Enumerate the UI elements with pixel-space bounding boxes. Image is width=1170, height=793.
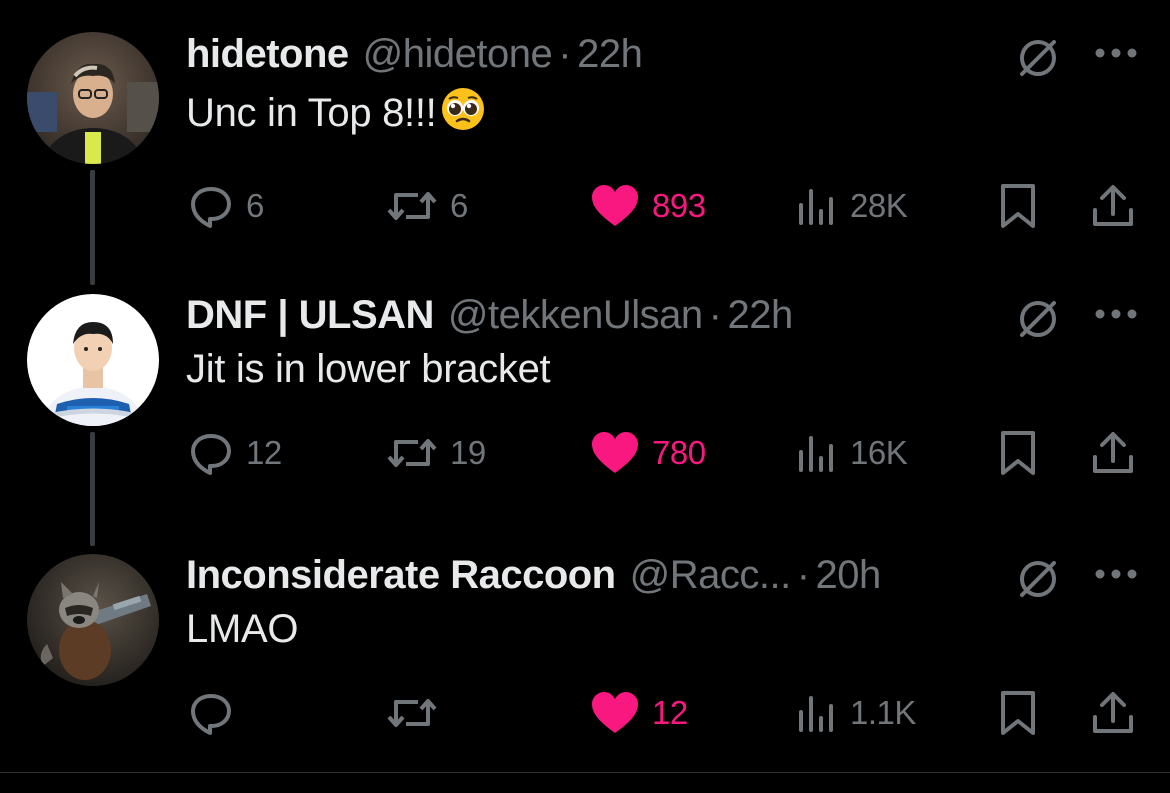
separator-dot: · bbox=[796, 552, 810, 597]
share-icon bbox=[1090, 689, 1136, 737]
tweet-text: Unc in Top 8!!! bbox=[186, 86, 486, 142]
bookmark-button[interactable] bbox=[998, 425, 1038, 481]
tweet-actions: 12 19 780 16K bbox=[0, 425, 1170, 481]
tweet[interactable]: hidetone @hidetone · 22h Unc in Top 8!!!… bbox=[0, 28, 1170, 258]
tweet-header: DNF | ULSAN @tekkenUlsan · 22h bbox=[186, 289, 793, 341]
display-name[interactable]: DNF | ULSAN bbox=[186, 293, 434, 338]
display-name[interactable]: hidetone bbox=[186, 32, 349, 77]
views-count: 16K bbox=[850, 434, 908, 471]
tweet-text-content: Unc in Top 8!!! bbox=[186, 91, 437, 135]
like-button[interactable]: 780 bbox=[590, 425, 706, 481]
like-icon bbox=[590, 183, 640, 229]
grok-icon[interactable] bbox=[1016, 297, 1060, 346]
reply-button[interactable]: 6 bbox=[188, 178, 264, 234]
tweet[interactable]: DNF | ULSAN @tekkenUlsan · 22h Jit is in… bbox=[0, 289, 1170, 519]
like-count: 780 bbox=[652, 434, 706, 471]
views-icon bbox=[796, 690, 838, 736]
views-icon bbox=[796, 183, 838, 229]
avatar-image bbox=[27, 32, 159, 164]
like-count: 893 bbox=[652, 187, 706, 224]
tweet-text-content: LMAO bbox=[186, 607, 299, 651]
retweet-button[interactable]: 19 bbox=[386, 425, 486, 481]
user-handle[interactable]: @Racc... bbox=[630, 553, 792, 598]
like-icon bbox=[590, 690, 640, 736]
user-handle[interactable]: @hidetone bbox=[363, 32, 553, 77]
more-icon[interactable] bbox=[1094, 567, 1138, 585]
like-icon bbox=[590, 430, 640, 476]
retweet-count: 6 bbox=[450, 187, 468, 224]
divider bbox=[0, 772, 1170, 773]
bookmark-icon bbox=[998, 429, 1038, 477]
separator-dot: · bbox=[708, 292, 722, 337]
reply-icon bbox=[188, 430, 234, 476]
tweet-header: hidetone @hidetone · 22h bbox=[186, 28, 643, 80]
tweet-text: LMAO bbox=[186, 607, 298, 652]
share-button[interactable] bbox=[1090, 685, 1136, 741]
tweet-actions: 6 6 893 28K bbox=[0, 178, 1170, 234]
timestamp[interactable]: 20h bbox=[816, 553, 882, 598]
retweet-button[interactable] bbox=[386, 685, 450, 741]
retweet-button[interactable]: 6 bbox=[386, 178, 468, 234]
timestamp[interactable]: 22h bbox=[577, 32, 643, 77]
share-icon bbox=[1090, 429, 1136, 477]
more-icon[interactable] bbox=[1094, 307, 1138, 325]
share-button[interactable] bbox=[1090, 178, 1136, 234]
user-handle[interactable]: @tekkenUlsan bbox=[448, 293, 703, 338]
tweet-actions: 12 1.1K bbox=[0, 685, 1170, 741]
reply-button[interactable]: 12 bbox=[188, 425, 282, 481]
bookmark-icon bbox=[998, 182, 1038, 230]
views-button[interactable]: 1.1K bbox=[796, 685, 916, 741]
share-icon bbox=[1090, 182, 1136, 230]
pleading-face-emoji bbox=[440, 86, 486, 142]
grok-icon[interactable] bbox=[1016, 557, 1060, 606]
views-icon bbox=[796, 430, 838, 476]
share-button[interactable] bbox=[1090, 425, 1136, 481]
like-button[interactable]: 12 bbox=[590, 685, 688, 741]
bookmark-icon bbox=[998, 689, 1038, 737]
avatar-image bbox=[27, 554, 159, 686]
bookmark-button[interactable] bbox=[998, 178, 1038, 234]
more-icon[interactable] bbox=[1094, 46, 1138, 64]
tweet[interactable]: Inconsiderate Raccoon @Racc... · 20h LMA… bbox=[0, 549, 1170, 773]
separator-dot: · bbox=[558, 31, 572, 76]
like-button[interactable]: 893 bbox=[590, 178, 706, 234]
tweet-text-content: Jit is in lower bracket bbox=[186, 347, 551, 391]
avatar-image bbox=[27, 294, 159, 426]
tweet-text: Jit is in lower bracket bbox=[186, 347, 551, 392]
display-name[interactable]: Inconsiderate Raccoon bbox=[186, 553, 616, 598]
retweet-icon bbox=[386, 430, 438, 476]
bookmark-button[interactable] bbox=[998, 685, 1038, 741]
retweet-count: 19 bbox=[450, 434, 486, 471]
reply-icon bbox=[188, 183, 234, 229]
views-count: 1.1K bbox=[850, 694, 916, 731]
timestamp[interactable]: 22h bbox=[727, 293, 793, 338]
views-button[interactable]: 28K bbox=[796, 178, 908, 234]
avatar[interactable] bbox=[27, 294, 159, 426]
retweet-icon bbox=[386, 690, 438, 736]
like-count: 12 bbox=[652, 694, 688, 731]
reply-icon bbox=[188, 690, 234, 736]
reply-count: 6 bbox=[246, 187, 264, 224]
tweet-header: Inconsiderate Raccoon @Racc... · 20h bbox=[186, 549, 881, 601]
avatar[interactable] bbox=[27, 554, 159, 686]
views-button[interactable]: 16K bbox=[796, 425, 908, 481]
reply-button[interactable] bbox=[188, 685, 246, 741]
grok-icon[interactable] bbox=[1016, 36, 1060, 85]
reply-count: 12 bbox=[246, 434, 282, 471]
views-count: 28K bbox=[850, 187, 908, 224]
retweet-icon bbox=[386, 183, 438, 229]
avatar[interactable] bbox=[27, 32, 159, 164]
